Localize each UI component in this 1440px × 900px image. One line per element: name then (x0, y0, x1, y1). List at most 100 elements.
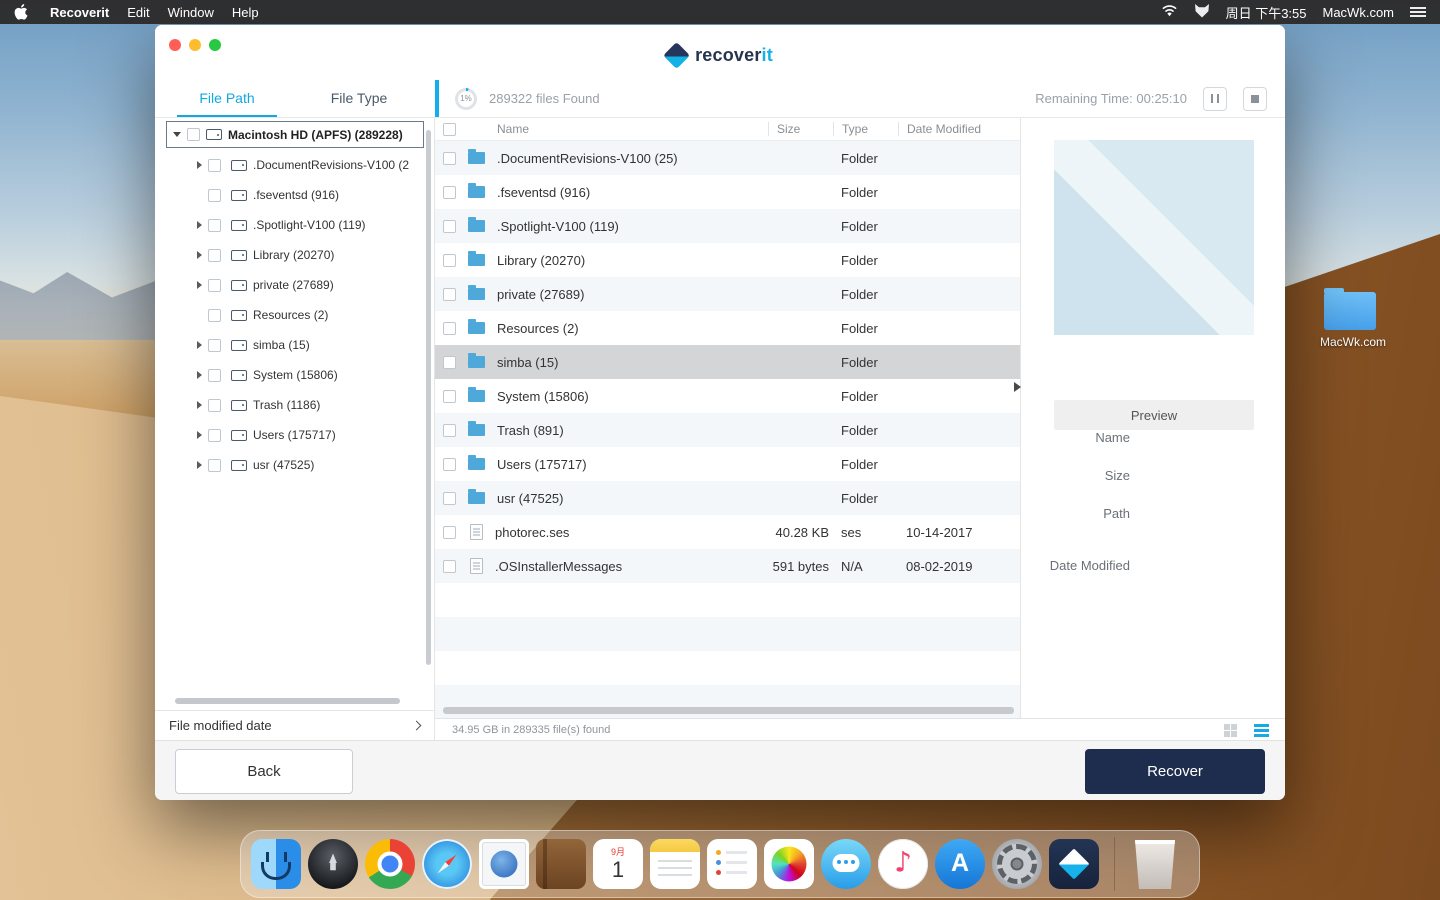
menubar-item-help[interactable]: Help (232, 5, 259, 20)
menubar-macwk-item[interactable]: MacWk.com (1323, 5, 1395, 20)
column-header-type[interactable]: Type (833, 122, 898, 136)
table-row[interactable]: usr (47525)Folder (435, 481, 1020, 515)
expand-icon[interactable] (197, 401, 202, 409)
list-menu-icon[interactable] (1410, 6, 1426, 18)
checkbox[interactable] (443, 560, 456, 573)
list-view-icon[interactable] (1254, 724, 1269, 737)
dock-calendar-icon[interactable]: 9月1 (593, 839, 643, 889)
dock-mail-icon[interactable] (479, 839, 529, 889)
dock-reminders-icon[interactable] (707, 839, 757, 889)
grid-view-icon[interactable] (1224, 724, 1237, 737)
checkbox[interactable] (443, 288, 456, 301)
desktop-folder-macwk[interactable]: MacWk.com (1320, 292, 1380, 349)
checkbox[interactable] (443, 152, 456, 165)
close-window-button[interactable] (169, 39, 181, 51)
minimize-window-button[interactable] (189, 39, 201, 51)
table-row[interactable]: .Spotlight-V100 (119)Folder (435, 209, 1020, 243)
tab-file-path[interactable]: File Path (161, 80, 293, 117)
tree-item[interactable]: Trash (1186) (155, 390, 424, 420)
dock-messages-icon[interactable] (821, 839, 871, 889)
menubar-clock[interactable]: 周日 下午3:55 (1226, 3, 1307, 22)
tree-item[interactable]: Resources (2) (155, 300, 424, 330)
tree-item[interactable]: private (27689) (155, 270, 424, 300)
table-row[interactable]: Library (20270)Folder (435, 243, 1020, 277)
pause-scan-button[interactable] (1203, 87, 1227, 111)
tab-file-type[interactable]: File Type (293, 80, 425, 117)
checkbox[interactable] (443, 254, 456, 267)
select-all-checkbox[interactable] (443, 123, 456, 136)
table-row[interactable]: simba (15)Folder (435, 345, 1020, 379)
dock-trash-icon[interactable] (1130, 839, 1180, 889)
dock-photos-icon[interactable] (764, 839, 814, 889)
table-row[interactable]: private (27689)Folder (435, 277, 1020, 311)
tree-item[interactable]: System (15806) (155, 360, 424, 390)
checkbox[interactable] (208, 399, 221, 412)
checkbox[interactable] (443, 458, 456, 471)
table-horizontal-scrollbar[interactable] (443, 707, 1014, 714)
dock-safari-icon[interactable] (422, 839, 472, 889)
tree-item[interactable]: Users (175717) (155, 420, 424, 450)
expand-icon[interactable] (197, 251, 202, 259)
checkbox[interactable] (208, 309, 221, 322)
sidebar-vertical-scrollbar[interactable] (426, 130, 431, 665)
tree-root-macintosh-hd[interactable]: Macintosh HD (APFS) (289228) (166, 121, 424, 148)
tree-item[interactable]: usr (47525) (155, 450, 424, 480)
collapse-icon[interactable] (173, 132, 181, 137)
checkbox[interactable] (208, 159, 221, 172)
dock-launchpad-icon[interactable] (308, 839, 358, 889)
tree-item[interactable]: simba (15) (155, 330, 424, 360)
back-button[interactable]: Back (175, 749, 353, 794)
tree-item[interactable]: .fseventsd (916) (155, 180, 424, 210)
preview-button[interactable]: Preview (1054, 400, 1254, 430)
checkbox[interactable] (443, 186, 456, 199)
expand-icon[interactable] (197, 281, 202, 289)
dock-notes-icon[interactable] (650, 839, 700, 889)
dock-finder-icon[interactable] (251, 839, 301, 889)
table-row[interactable]: Resources (2)Folder (435, 311, 1020, 345)
table-row[interactable]: .DocumentRevisions-V100 (25)Folder (435, 141, 1020, 175)
expand-icon[interactable] (197, 161, 202, 169)
checkbox[interactable] (208, 219, 221, 232)
checkbox[interactable] (443, 526, 456, 539)
tree-item[interactable]: Library (20270) (155, 240, 424, 270)
apple-menu-icon[interactable] (14, 4, 28, 20)
table-row[interactable]: .fseventsd (916)Folder (435, 175, 1020, 209)
file-modified-date-filter[interactable]: File modified date (155, 710, 434, 740)
checkbox[interactable] (443, 356, 456, 369)
tree-item[interactable]: .DocumentRevisions-V100 (2 (155, 150, 424, 180)
table-row[interactable]: System (15806)Folder (435, 379, 1020, 413)
dock-music-icon[interactable] (878, 839, 928, 889)
dock-contacts-icon[interactable] (536, 839, 586, 889)
table-row[interactable]: Users (175717)Folder (435, 447, 1020, 481)
checkbox[interactable] (208, 189, 221, 202)
expand-icon[interactable] (197, 461, 202, 469)
checkbox[interactable] (208, 249, 221, 262)
checkbox[interactable] (208, 279, 221, 292)
checkbox[interactable] (443, 322, 456, 335)
expand-icon[interactable] (197, 371, 202, 379)
tree-item[interactable]: .Spotlight-V100 (119) (155, 210, 424, 240)
checkbox[interactable] (443, 492, 456, 505)
column-header-name[interactable]: Name (497, 122, 768, 136)
dock-settings-icon[interactable] (992, 839, 1042, 889)
table-row[interactable]: .OSInstallerMessages591 bytesN/A08-02-20… (435, 549, 1020, 583)
table-row[interactable]: Trash (891)Folder (435, 413, 1020, 447)
sidebar-horizontal-scrollbar[interactable] (175, 698, 400, 704)
table-row[interactable]: photorec.ses40.28 KBses10-14-2017 (435, 515, 1020, 549)
checkbox[interactable] (208, 339, 221, 352)
fox-status-icon[interactable] (1194, 4, 1210, 21)
menubar-item-window[interactable]: Window (168, 5, 214, 20)
checkbox[interactable] (443, 390, 456, 403)
recover-button[interactable]: Recover (1085, 749, 1265, 794)
dock-recoverit-icon[interactable] (1049, 839, 1099, 889)
checkbox[interactable] (208, 369, 221, 382)
expand-icon[interactable] (197, 341, 202, 349)
column-header-size[interactable]: Size (768, 122, 833, 136)
panel-expand-icon[interactable] (1014, 382, 1021, 392)
expand-icon[interactable] (197, 221, 202, 229)
checkbox[interactable] (443, 424, 456, 437)
menubar-item-edit[interactable]: Edit (127, 5, 149, 20)
checkbox[interactable] (443, 220, 456, 233)
checkbox[interactable] (208, 429, 221, 442)
dock-chrome-icon[interactable] (365, 839, 415, 889)
